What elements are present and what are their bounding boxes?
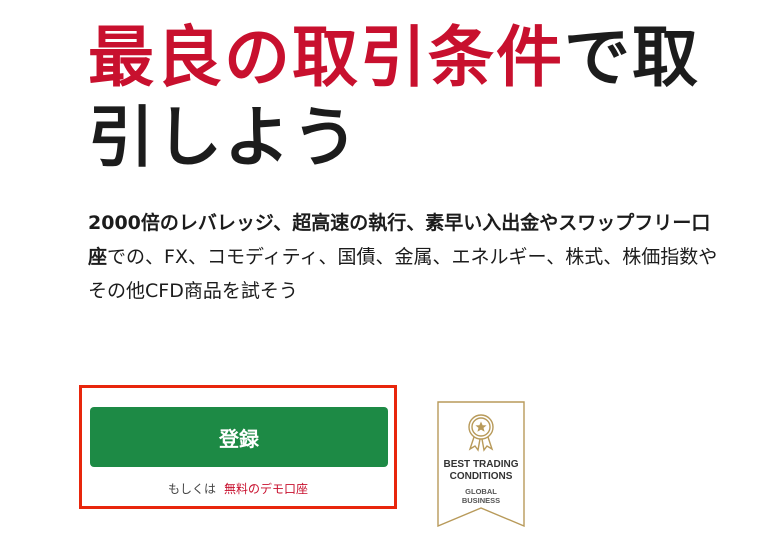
- demo-alternative: もしくは 無料のデモ口座: [82, 480, 394, 497]
- landing-page: 最良の取引条件で取引しよう 2000倍のレバレッジ、超高速の執行、素早い入出金や…: [0, 0, 780, 558]
- subtext-rest: での、FX、コモディティ、国債、金属、エネルギー、株式、株価指数やその他CFD商…: [88, 246, 718, 302]
- or-text: もしくは: [167, 482, 216, 496]
- award-subtitle: GLOBAL BUSINESS: [461, 487, 501, 505]
- award-title: BEST TRADING CONDITIONS: [443, 459, 519, 482]
- hero-headline: 最良の取引条件で取引しよう: [88, 18, 738, 178]
- cta-highlight-box: 登録 もしくは 無料のデモ口座: [79, 385, 397, 509]
- headline-accent: 最良の取引条件: [88, 19, 564, 96]
- award-badge: BEST TRADING CONDITIONS GLOBAL BUSINESS: [437, 401, 525, 527]
- register-button[interactable]: 登録: [90, 407, 388, 467]
- hero-subtext: 2000倍のレバレッジ、超高速の執行、素早い入出金やスワップフリー口座での、FX…: [88, 206, 728, 308]
- demo-account-link[interactable]: 無料のデモ口座: [224, 482, 308, 496]
